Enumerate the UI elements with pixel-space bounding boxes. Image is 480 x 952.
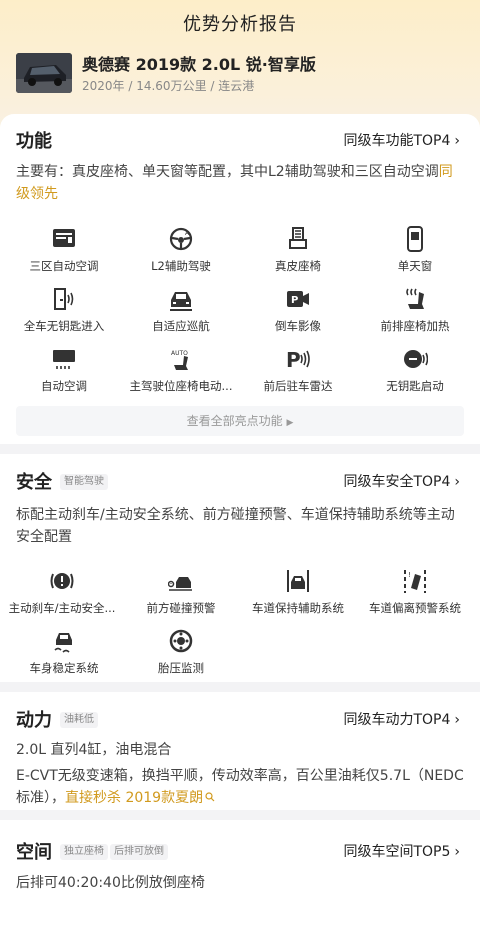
power-seat-icon: AUTO <box>171 350 188 370</box>
feature-item[interactable]: 自适应巡航 <box>121 286 241 334</box>
feature-label: 无钥匙启动 <box>386 379 444 393</box>
chevron-right-icon: › <box>454 474 460 490</box>
stability-control-icon <box>54 633 72 653</box>
safety-top-link[interactable]: 同级车安全TOP4 › <box>343 471 460 491</box>
safety-item[interactable]: 车道保持辅助系统 <box>238 568 358 616</box>
feature-label: 全车无钥匙进入 <box>23 319 105 333</box>
feature-item[interactable]: 自动空调 <box>4 346 124 394</box>
space-top-link[interactable]: 同级车空间TOP5 › <box>343 841 460 861</box>
feature-label: 前后驻车雷达 <box>263 379 333 393</box>
sunroof-icon <box>407 226 423 252</box>
feature-item[interactable]: P 前后驻车雷达 <box>238 346 358 394</box>
safety-top-link-label: 同级车安全TOP4 <box>343 474 451 490</box>
space-tag: 后排可放倒 <box>110 844 168 860</box>
space-tag: 独立座椅 <box>60 844 108 860</box>
svg-text:P: P <box>291 295 298 306</box>
steering-wheel-icon: A <box>169 227 193 251</box>
climate-control-icon <box>53 229 75 247</box>
safety-label: 车道保持辅助系统 <box>252 601 344 615</box>
safety-label: 主动刹车/主动安全... <box>8 601 116 615</box>
safety-label: 车道偏离预警系统 <box>369 601 461 615</box>
features-top-link-label: 同级车功能TOP4 <box>343 133 451 149</box>
space-desc: 后排可40:20:40比例放倒座椅 <box>16 875 205 891</box>
section-divider <box>0 444 480 454</box>
feature-item[interactable]: P 倒车影像 <box>238 286 358 334</box>
feature-label: 倒车影像 <box>275 319 321 333</box>
auto-ac-icon <box>53 350 75 369</box>
chevron-right-icon: › <box>454 844 460 860</box>
safety-desc: 标配主动刹车/主动安全系统、前方碰撞预警、车道保持辅助系统等主动安全配置 <box>16 507 455 545</box>
chevron-right-icon: › <box>454 133 460 149</box>
power-title: 动力 <box>16 710 52 731</box>
feature-label: L2辅助驾驶 <box>151 259 211 273</box>
safety-item[interactable]: ! 车道偏离预警系统 <box>355 568 475 616</box>
feature-item[interactable]: AUTO 主驾驶位座椅电动... <box>121 346 241 394</box>
reverse-camera-icon: P <box>287 291 309 307</box>
feature-label: 前排座椅加热 <box>380 319 450 333</box>
features-title: 功能 <box>16 131 52 152</box>
section-divider <box>0 682 480 692</box>
feature-label: 自适应巡航 <box>152 319 210 333</box>
view-all-features-button[interactable]: 查看全部亮点功能 ▶ <box>16 406 464 436</box>
feature-item[interactable]: 全车无钥匙进入 <box>4 286 124 334</box>
lane-departure-icon: ! <box>404 570 426 593</box>
svg-text:!: ! <box>408 571 411 579</box>
compare-link[interactable]: 直接秒杀 2019款夏朗 <box>65 790 203 806</box>
power-top-link-label: 同级车动力TOP4 <box>343 712 451 728</box>
section-divider <box>0 810 480 820</box>
safety-label: 胎压监测 <box>158 661 204 675</box>
lane-keep-icon <box>287 570 309 592</box>
keyless-entry-icon <box>54 288 74 310</box>
car-thumbnail[interactable] <box>16 53 72 93</box>
feature-label: 单天窗 <box>397 259 433 273</box>
power-engine-desc: 2.0L 直列4缸，油电混合 <box>16 742 172 758</box>
safety-label: 车身稳定系统 <box>29 661 99 675</box>
safety-item[interactable]: 胎压监测 <box>121 628 241 676</box>
feature-item[interactable]: 三区自动空调 <box>4 226 124 274</box>
start-button-icon <box>404 350 428 368</box>
safety-item[interactable]: 前方碰撞预警 <box>121 568 241 616</box>
safety-label: 前方碰撞预警 <box>146 601 216 615</box>
space-title: 空间 <box>16 842 52 863</box>
feature-label: 主驾驶位座椅电动... <box>129 379 233 393</box>
car-name: 奥德赛 2019款 2.0L 锐·智享版 <box>82 55 316 74</box>
chevron-right-icon: › <box>454 712 460 728</box>
feature-label: 三区自动空调 <box>29 259 99 273</box>
feature-label: 自动空调 <box>41 379 87 393</box>
page-title: 优势分析报告 <box>183 14 297 35</box>
collision-warning-icon <box>168 577 192 591</box>
features-desc: 主要有：真皮座椅、单天窗等配置，其中L2辅助驾驶和三区自动空调同级领先 <box>16 161 464 205</box>
feature-item[interactable]: 单天窗 <box>355 226 475 274</box>
feature-item[interactable]: 真皮座椅 <box>238 226 358 274</box>
space-top-link-label: 同级车空间TOP5 <box>343 844 451 860</box>
safety-tag: 智能驾驶 <box>60 474 108 490</box>
features-desc-text: 主要有：真皮座椅、单天窗等配置，其中L2辅助驾驶和三区自动空调 <box>16 164 439 180</box>
feature-label: 真皮座椅 <box>275 259 321 273</box>
tire-pressure-icon <box>169 629 193 653</box>
leather-seat-icon <box>289 227 307 249</box>
power-transmission-desc: E-CVT无级变速箱，换挡平顺，传动效率高，百公里油耗仅5.7L（NEDC标准）… <box>16 765 464 809</box>
svg-text:AUTO: AUTO <box>171 350 188 357</box>
safety-item[interactable]: 主动刹车/主动安全... <box>2 568 122 616</box>
feature-item[interactable]: A L2辅助驾驶 <box>121 226 241 274</box>
search-icon <box>205 792 215 802</box>
play-arrow-icon: ▶ <box>286 418 294 428</box>
power-tag: 油耗低 <box>60 712 98 728</box>
car-meta: 2020年 / 14.60万公里 / 连云港 <box>82 79 255 93</box>
seat-heating-icon <box>406 288 424 309</box>
power-top-link[interactable]: 同级车动力TOP4 › <box>343 709 460 729</box>
parking-radar-icon: P <box>286 348 310 372</box>
safety-item[interactable]: 车身稳定系统 <box>4 628 124 676</box>
features-top-link[interactable]: 同级车功能TOP4 › <box>343 130 460 150</box>
feature-item[interactable]: 无钥匙启动 <box>355 346 475 394</box>
brake-warning-icon <box>50 573 74 589</box>
safety-title: 安全 <box>16 472 52 493</box>
adaptive-cruise-icon <box>170 292 192 311</box>
svg-text:P: P <box>286 348 301 372</box>
feature-item[interactable]: 前排座椅加热 <box>355 286 475 334</box>
view-all-label: 查看全部亮点功能 <box>186 414 283 428</box>
